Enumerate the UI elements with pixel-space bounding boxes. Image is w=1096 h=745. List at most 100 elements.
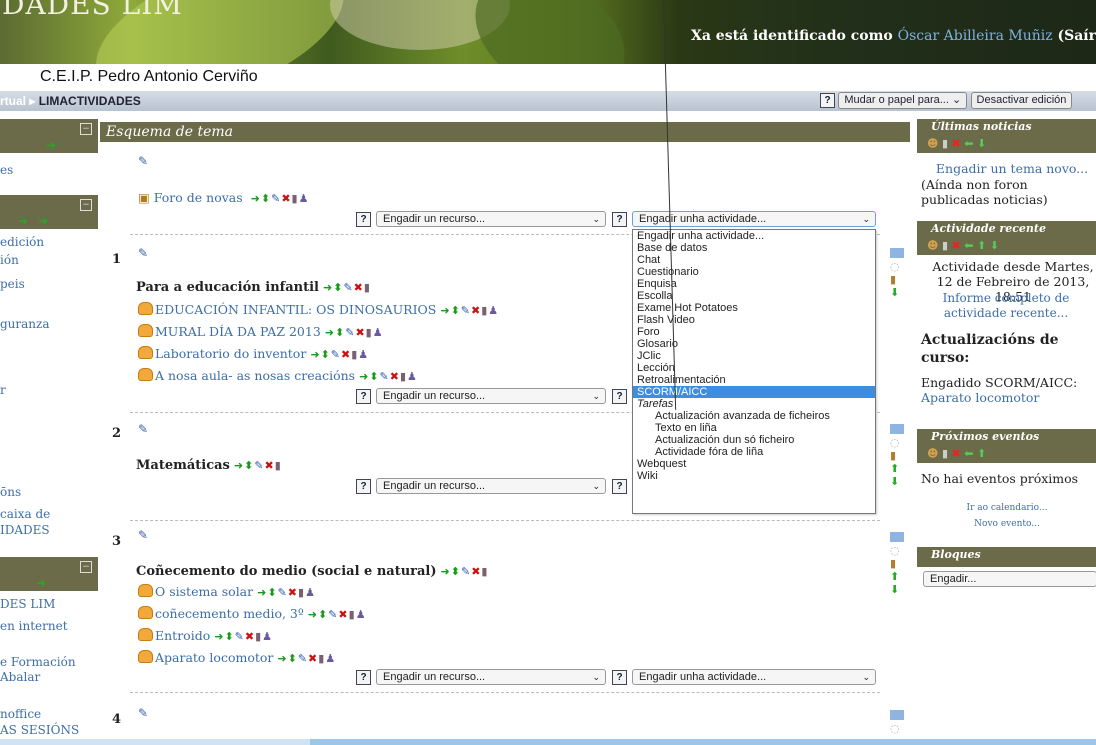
- move-right-icon[interactable]: ➜: [46, 138, 56, 152]
- horizontal-scrollbar[interactable]: [0, 739, 1096, 745]
- breadcrumb-parent[interactable]: rtual: [0, 94, 26, 108]
- dropdown-option[interactable]: Wiki: [633, 470, 875, 482]
- left-link[interactable]: noffice: [0, 707, 41, 721]
- logout-link[interactable]: (Saír: [1058, 28, 1096, 44]
- dropdown-option[interactable]: Webquest: [633, 458, 875, 470]
- help-icon[interactable]: ?: [820, 93, 835, 108]
- add-resource-select[interactable]: Engadir un recurso... ⌄: [376, 478, 606, 494]
- edit-toggle-button[interactable]: Desactivar edición: [970, 92, 1073, 109]
- dropdown-option[interactable]: Actualización avanzada de ficheiros: [633, 410, 875, 422]
- move-down-icon[interactable]: ⬇: [890, 475, 904, 488]
- help-icon[interactable]: ?: [356, 479, 371, 494]
- delete-icon[interactable]: ✖: [952, 137, 961, 150]
- dropdown-option[interactable]: Foro: [633, 326, 875, 338]
- help-icon[interactable]: ?: [612, 389, 627, 404]
- dropdown-option[interactable]: Enquisa: [633, 278, 875, 290]
- dropdown-option[interactable]: Actividade fóra de liña: [633, 446, 875, 458]
- edit-summary-icon[interactable]: ✎: [138, 246, 148, 260]
- help-icon[interactable]: ?: [612, 479, 627, 494]
- forum-link[interactable]: Foro de novas: [154, 190, 243, 205]
- delete-icon[interactable]: ✖: [281, 192, 291, 205]
- resource-link[interactable]: MURAL DÍA DA PAZ 2013: [155, 324, 321, 339]
- move-up-icon[interactable]: ⬆: [890, 462, 904, 475]
- move-up-icon[interactable]: ⬆: [977, 447, 986, 460]
- left-link[interactable]: Abalar: [0, 670, 40, 684]
- move-left-icon[interactable]: ⬅: [964, 137, 973, 150]
- move-left-icon[interactable]: ⬅: [964, 239, 973, 252]
- highlight-icon[interactable]: ◌: [890, 260, 904, 273]
- edit-summary-icon[interactable]: ✎: [138, 528, 148, 542]
- help-icon[interactable]: ?: [356, 670, 371, 685]
- move-icon[interactable]: ⬍: [261, 192, 271, 205]
- move-left-icon[interactable]: ⬅: [964, 447, 973, 460]
- indent-icon[interactable]: ➜: [251, 192, 261, 205]
- dropdown-option[interactable]: Cuestionario: [633, 266, 875, 278]
- show-only-icon[interactable]: [890, 424, 904, 434]
- left-link[interactable]: e Formación: [0, 655, 76, 669]
- add-news-link[interactable]: Engadir un tema novo...: [927, 161, 1096, 176]
- hide-icon[interactable]: ▮: [942, 137, 948, 150]
- roles-icon[interactable]: ☻: [927, 447, 938, 460]
- recent-report-link[interactable]: Informe completo de actividade recente..…: [931, 291, 1081, 321]
- dropdown-option[interactable]: Actualización dun só ficheiro: [633, 434, 875, 446]
- move-down-icon[interactable]: ⬇: [890, 583, 904, 596]
- group-icon[interactable]: ♟: [299, 192, 310, 205]
- dropdown-option[interactable]: JClic: [633, 350, 875, 362]
- edit-summary-icon[interactable]: ✎: [138, 154, 148, 168]
- edit-summary-icon[interactable]: ✎: [138, 422, 148, 436]
- add-activity-select[interactable]: Engadir unha actividade... ⌄: [632, 669, 876, 685]
- dropdown-option[interactable]: Lección: [633, 362, 875, 374]
- collapse-icon[interactable]: −: [80, 199, 92, 211]
- left-link[interactable]: AS SESIÓNS: [0, 723, 79, 737]
- dropdown-option[interactable]: Flash Video: [633, 314, 875, 326]
- help-icon[interactable]: ?: [612, 670, 627, 685]
- updates-link[interactable]: Aparato locomotor: [921, 390, 1096, 405]
- delete-icon[interactable]: ✖: [952, 447, 961, 460]
- resource-link[interactable]: Laboratorio do inventor: [155, 346, 306, 361]
- left-link[interactable]: IDADES: [0, 523, 50, 537]
- hide-section-icon[interactable]: ▮: [890, 273, 904, 286]
- left-link[interactable]: peis: [0, 277, 25, 291]
- dropdown-option[interactable]: Exame Hot Potatoes: [633, 302, 875, 314]
- user-name-link[interactable]: Óscar Abilleira Muñiz: [898, 28, 1053, 44]
- roles-icon[interactable]: ☻: [927, 239, 938, 252]
- resource-link[interactable]: Aparato locomotor: [155, 650, 273, 665]
- add-resource-select[interactable]: Engadir un recurso... ⌄: [376, 669, 606, 685]
- hide-section-icon[interactable]: ▮: [890, 557, 904, 570]
- help-icon[interactable]: ?: [356, 212, 371, 227]
- help-icon[interactable]: ?: [356, 389, 371, 404]
- left-link[interactable]: ión: [0, 253, 19, 267]
- left-link[interactable]: caixa de: [0, 507, 50, 521]
- dropdown-option[interactable]: Retroalimentación: [633, 374, 875, 386]
- role-select[interactable]: Mudar o papel para... ⌄: [838, 92, 968, 109]
- new-event-link[interactable]: Novo evento...: [927, 517, 1087, 532]
- roles-icon[interactable]: ☻: [927, 137, 938, 150]
- show-only-icon[interactable]: [890, 532, 904, 542]
- left-link[interactable]: DES LIM: [0, 597, 55, 611]
- show-only-icon[interactable]: [890, 248, 904, 258]
- move-right-icon[interactable]: ➜: [36, 576, 46, 590]
- resource-link[interactable]: A nosa aula- as nosas creacións: [155, 368, 355, 383]
- collapse-icon[interactable]: −: [80, 123, 92, 135]
- edit-icon[interactable]: ✎: [271, 192, 281, 205]
- dropdown-option[interactable]: Escolla: [633, 290, 875, 302]
- move-up-icon[interactable]: ⬆: [977, 239, 986, 252]
- dropdown-option[interactable]: Texto en liña: [633, 422, 875, 434]
- delete-icon[interactable]: ✖: [952, 239, 961, 252]
- left-link[interactable]: ōns: [0, 485, 21, 499]
- dropdown-option[interactable]: Chat: [633, 254, 875, 266]
- edit-summary-icon[interactable]: ✎: [138, 706, 148, 720]
- resource-link[interactable]: O sistema solar: [155, 584, 253, 599]
- calendar-link[interactable]: Ir ao calendario...: [927, 501, 1087, 516]
- left-link[interactable]: guranza: [0, 317, 50, 331]
- move-down-icon[interactable]: ⬇: [990, 239, 999, 252]
- highlight-icon[interactable]: ◌: [890, 436, 904, 449]
- add-block-select[interactable]: Engadir...: [923, 571, 1096, 587]
- left-link[interactable]: en internet: [0, 619, 68, 633]
- dropdown-option-selected[interactable]: SCORM/AICC: [633, 386, 875, 398]
- left-link[interactable]: r: [0, 383, 6, 397]
- move-right-icon[interactable]: ➜: [38, 214, 48, 228]
- add-resource-select[interactable]: Engadir un recurso... ⌄: [376, 211, 606, 227]
- move-down-icon[interactable]: ⬇: [890, 286, 904, 299]
- hide-icon[interactable]: ▮: [942, 447, 948, 460]
